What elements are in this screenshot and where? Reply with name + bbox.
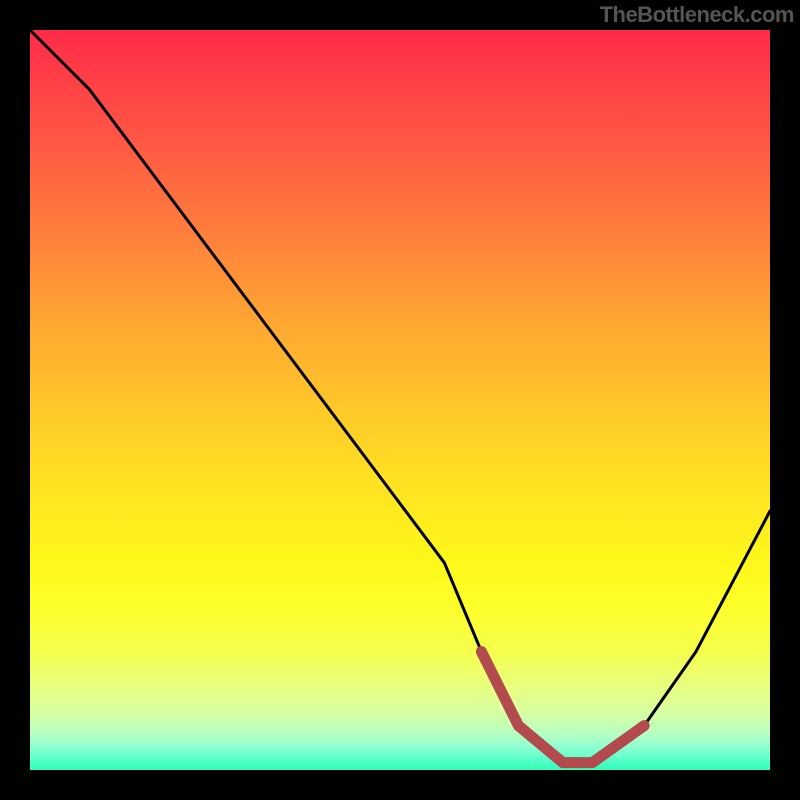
chart-frame: TheBottleneck.com	[0, 0, 800, 800]
curve-overlay	[30, 30, 770, 770]
bottleneck-curve	[30, 30, 770, 763]
plot-area	[30, 30, 770, 770]
optimal-range-marker	[481, 652, 644, 763]
attribution-label: TheBottleneck.com	[600, 2, 794, 28]
